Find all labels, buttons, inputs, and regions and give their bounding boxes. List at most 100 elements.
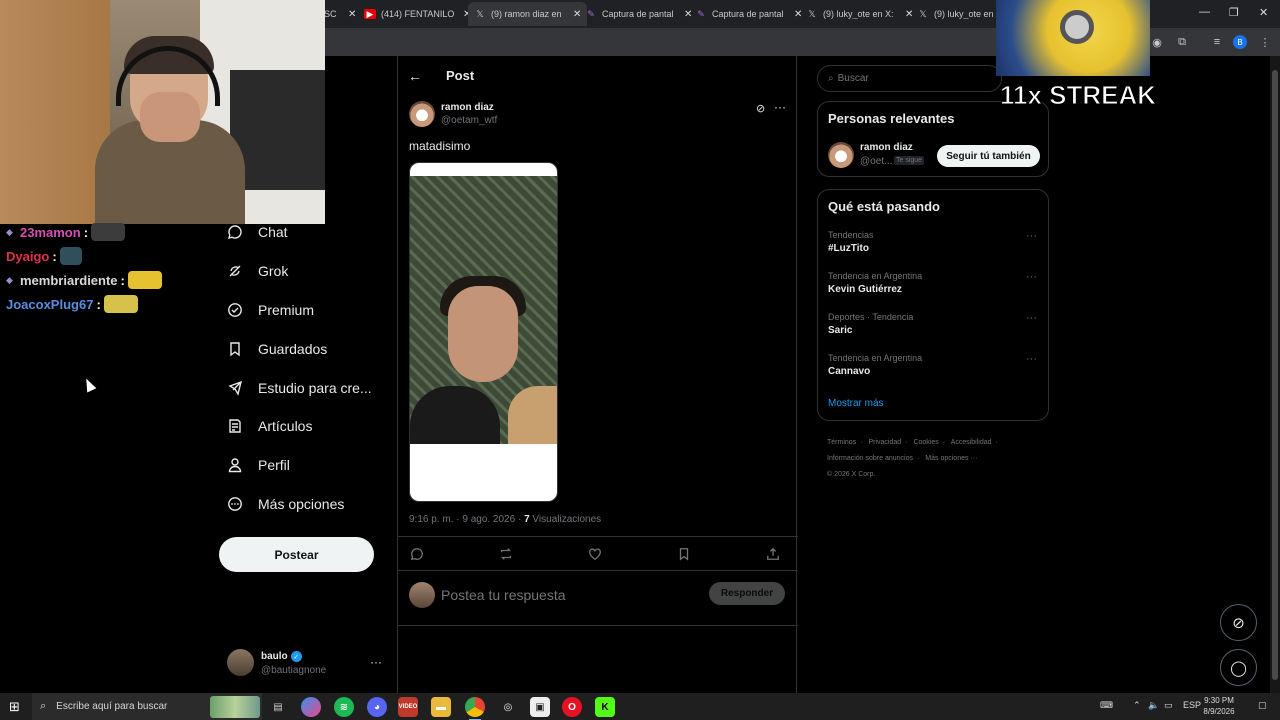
author-name[interactable]: ramon diaz <box>441 102 494 113</box>
post-button[interactable]: Postear <box>219 537 374 572</box>
trend-name: Saric <box>828 325 853 336</box>
footer-cookies-link[interactable]: Cookies <box>913 439 938 446</box>
discord-icon[interactable]: ◕ <box>367 697 387 717</box>
trend-more-icon[interactable]: ··· <box>1026 312 1037 324</box>
chat-emote <box>127 271 162 289</box>
close-window-icon[interactable]: ✕ <box>1259 6 1268 19</box>
search-input[interactable] <box>837 73 978 84</box>
sidebar-item-creator-studio[interactable]: Estudio para cre... <box>226 373 372 403</box>
search-highlight-image <box>210 696 260 718</box>
grok-explain-icon[interactable]: ⊘ <box>756 102 765 115</box>
trend-more-icon[interactable]: ··· <box>1026 271 1037 283</box>
trend-item[interactable]: Deportes · Tendencia Saric ··· <box>818 312 1048 348</box>
volume-icon[interactable]: 🔈 <box>1148 700 1159 711</box>
sidebar-item-articles[interactable]: Artículos <box>226 411 312 441</box>
app-icon[interactable]: ▣ <box>530 697 550 717</box>
footer-ads-info-link[interactable]: Información sobre anuncios <box>827 455 913 462</box>
webcam-overlay <box>0 0 325 224</box>
browser-tab[interactable]: ✎ Captura de pantal ✕ <box>579 2 698 26</box>
sidebar-item-more[interactable]: Más opciones <box>226 489 344 519</box>
taskbar-clock[interactable]: 9:30 PM 8/9/2026 <box>1196 695 1242 717</box>
search-box[interactable]: ⌕ <box>817 65 1002 92</box>
profile-avatar-icon[interactable]: B <box>1233 35 1247 49</box>
grok-fab-icon[interactable]: ⊘ <box>1220 604 1257 641</box>
minimize-icon[interactable]: — <box>1199 6 1210 18</box>
footer-copyright: © 2026 X Corp. <box>827 471 876 478</box>
page-scrollbar[interactable] <box>1270 56 1280 693</box>
sidebar-item-profile[interactable]: Perfil <box>226 450 290 480</box>
footer-terms-link[interactable]: Términos <box>827 439 856 446</box>
network-icon[interactable]: ▭ <box>1164 700 1173 711</box>
app-icon[interactable]: VIDEO <box>398 697 418 717</box>
relevant-person-avatar[interactable] <box>828 142 854 168</box>
post-text: matadisimo <box>409 139 471 153</box>
share-icon[interactable] <box>765 546 781 562</box>
repost-icon[interactable] <box>498 546 514 562</box>
trend-item[interactable]: Tendencia en Argentina Cannavo ··· <box>818 353 1048 389</box>
trend-more-icon[interactable]: ··· <box>1026 353 1037 365</box>
chrome-icon[interactable] <box>465 697 485 720</box>
obs-icon[interactable]: ◎ <box>498 697 518 717</box>
trend-context: Deportes · Tendencia <box>828 312 914 322</box>
post-more-icon[interactable]: ··· <box>774 100 786 114</box>
kick-icon[interactable]: K <box>595 697 615 717</box>
menu-kebab-icon[interactable]: ⋮ <box>1258 35 1272 49</box>
keyboard-icon[interactable]: ⌨ <box>1100 700 1113 711</box>
browser-tab[interactable]: ▶ (414) FENTANILO ✕ <box>358 2 477 26</box>
reply-icon[interactable] <box>409 546 425 562</box>
browser-tab[interactable]: 𝕏 (9) luky_ote en X: ✕ <box>800 2 919 26</box>
puzzle-icon[interactable]: ⧉ <box>1175 35 1189 49</box>
extension-icon[interactable]: ◉ <box>1150 35 1164 49</box>
feather-icon: ✎ <box>587 8 595 19</box>
task-view-icon[interactable]: ▤ <box>268 697 288 717</box>
mouse-cursor <box>81 376 97 393</box>
like-icon[interactable] <box>587 546 603 562</box>
footer-accessibility-link[interactable]: Accesibilidad <box>951 439 992 446</box>
reply-button[interactable]: Responder <box>709 582 785 605</box>
show-more-link[interactable]: Mostrar más <box>828 398 884 409</box>
scrollbar-thumb[interactable] <box>1272 70 1278 680</box>
file-explorer-icon[interactable]: ▬ <box>431 697 451 717</box>
sidebar-item-bookmarks[interactable]: Guardados <box>226 334 327 364</box>
tab-title: Captura de pantal <box>712 9 784 19</box>
follow-back-button[interactable]: Seguir tú también <box>937 145 1040 167</box>
taskbar-search[interactable]: ⌕ Escribe aquí para buscar <box>32 693 262 720</box>
spotify-icon[interactable]: ≋ <box>334 697 354 717</box>
relevant-person-name[interactable]: ramon diaz <box>860 142 913 153</box>
back-arrow-icon[interactable]: ← <box>408 68 422 84</box>
post-image[interactable] <box>409 162 558 502</box>
card-title: Qué está pasando <box>828 199 940 214</box>
tab-close-icon[interactable]: ✕ <box>348 9 356 20</box>
rocket-icon <box>226 379 244 397</box>
sidebar-item-label: Premium <box>258 302 315 318</box>
trend-more-icon[interactable]: ··· <box>1026 230 1037 242</box>
author-handle[interactable]: @oetam_wtf <box>441 115 497 126</box>
footer-privacy-link[interactable]: Privacidad <box>868 439 901 446</box>
browser-tab-active[interactable]: 𝕏 (9) ramon diaz en ✕ <box>468 2 588 26</box>
footer-more-link[interactable]: Más opciones ··· <box>925 455 977 462</box>
opera-icon[interactable]: O <box>562 697 582 717</box>
views-label: Visualizaciones <box>529 514 602 525</box>
account-more-icon[interactable]: ··· <box>370 655 382 669</box>
tray-chevron-icon[interactable]: ⌃ <box>1133 700 1141 711</box>
trend-item[interactable]: Tendencia en Argentina Kevin Gutiérrez ·… <box>818 271 1048 307</box>
post-timestamp[interactable]: 9:16 p. m. · 9 ago. 2026 · <box>409 514 524 525</box>
author-avatar[interactable] <box>409 101 435 127</box>
windows-start-icon[interactable]: ⊞ <box>7 699 22 714</box>
restore-icon[interactable]: ❐ <box>1229 6 1239 19</box>
bookmark-action-icon[interactable] <box>676 546 692 562</box>
copilot-icon[interactable] <box>301 697 321 717</box>
account-switcher[interactable]: baulo ✓ @bautiagnone ··· <box>227 649 387 679</box>
reply-input[interactable] <box>441 585 696 605</box>
post-detail-column: ← Post ramon diaz @oetam_wtf ⊘ ··· matad… <box>397 56 798 693</box>
notifications-icon[interactable]: ▢ <box>1258 700 1267 711</box>
messages-fab-icon[interactable]: ◯ <box>1220 649 1257 686</box>
media-icon[interactable]: ≡ <box>1210 35 1224 49</box>
relevant-person-handle: @oet... <box>860 156 893 167</box>
clock-time: 9:30 PM <box>1204 696 1234 705</box>
chat-message: ◆ membriardiente: <box>6 271 162 289</box>
sidebar-item-premium[interactable]: Premium <box>226 295 314 325</box>
browser-tab[interactable]: ✎ Captura de pantal ✕ <box>689 2 808 26</box>
sidebar-item-grok[interactable]: Grok <box>226 256 288 286</box>
trend-item[interactable]: Tendencias #LuzTito ··· <box>818 230 1048 266</box>
